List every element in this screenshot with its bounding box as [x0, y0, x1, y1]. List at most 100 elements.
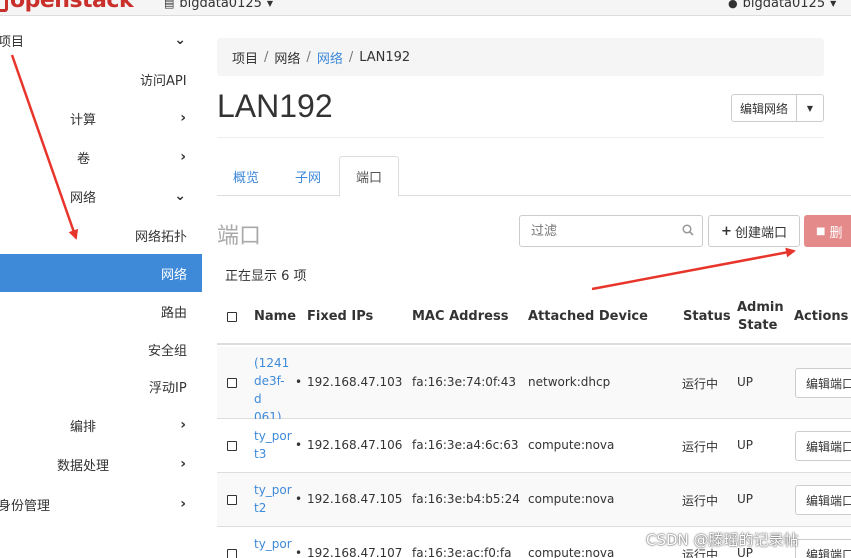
sidebar-item-label: 访问API	[140, 73, 187, 89]
edit-network-button[interactable]: 编辑网络	[732, 95, 798, 121]
edit-port-button[interactable]: 编辑端口	[795, 485, 851, 515]
sidebar-item-routers[interactable]: 路由	[0, 292, 202, 330]
status-text: 运行中	[682, 440, 719, 454]
openstack-logo-mark	[0, 0, 8, 12]
edit-port-button[interactable]: 编辑端口	[795, 539, 851, 558]
table-row: (1241 de3f-d 061) • 192.168.47.103 fa:16…	[217, 347, 851, 424]
openstack-logo[interactable]: openstack	[0, 0, 134, 12]
edit-port-button[interactable]: 编辑端口	[795, 368, 851, 398]
chevron-right-icon: ›	[180, 496, 186, 512]
row-checkbox[interactable]	[227, 549, 237, 558]
breadcrumb-network-group: 网络	[274, 51, 301, 67]
project-name: bigdata0125	[179, 0, 262, 11]
tab-ports[interactable]: 端口	[339, 156, 399, 197]
annotation-arrow-create	[591, 247, 796, 291]
fixed-ip: 192.168.47.107	[307, 546, 403, 558]
sidebar-item-network-group[interactable]: 网络 ⌄	[0, 177, 202, 215]
breadcrumb-networks-link[interactable]: 网络	[317, 48, 343, 67]
admin-state: UP	[737, 375, 754, 389]
breadcrumb-separator: /	[348, 49, 354, 65]
breadcrumb: 项目 / 网络 / 网络 / LAN192	[217, 38, 824, 76]
section-title: 端口	[217, 224, 262, 249]
column-header-status[interactable]: Status	[683, 309, 731, 324]
edit-port-button[interactable]: 编辑端口	[795, 431, 851, 461]
bullet-icon: •	[295, 492, 303, 506]
port-name-line: ty_por	[254, 537, 292, 551]
sidebar-item-label: 卷	[77, 151, 91, 167]
fixed-ip: 192.168.47.103	[307, 375, 403, 389]
user-menu[interactable]: ● bigdata0125 ▼	[728, 0, 836, 11]
bullet-icon: •	[295, 438, 303, 452]
chevron-down-icon: ⌄	[174, 188, 186, 204]
chevron-right-icon: ›	[180, 456, 186, 472]
sidebar-item-compute[interactable]: 计算 ›	[0, 99, 202, 137]
row-checkbox[interactable]	[227, 495, 237, 505]
port-name-line: ty_por	[254, 483, 292, 497]
project-selector[interactable]: ▤ bigdata0125 ▼	[164, 0, 273, 11]
create-port-button[interactable]: + 创建端口	[708, 215, 800, 247]
sidebar-item-network-topology[interactable]: 网络拓扑	[0, 216, 202, 254]
sidebar: 项目 ⌄ 访问API 计算 › 卷 › 网络 ⌄ 网络拓扑 网络 路由 安全组 …	[0, 17, 202, 558]
port-name-link[interactable]: (1241 de3f-d 061)	[254, 354, 292, 426]
sidebar-item-label: 网络拓扑	[135, 229, 188, 245]
port-name-line: ty_por	[254, 429, 292, 443]
admin-state: UP	[737, 492, 754, 506]
port-name-link[interactable]: ty_por t2	[254, 481, 292, 517]
search-icon[interactable]	[682, 224, 694, 236]
sidebar-item-data-processing[interactable]: 数据处理 ›	[0, 445, 202, 483]
tab-subnets[interactable]: 子网	[280, 156, 336, 196]
tab-overview[interactable]: 概览	[217, 156, 275, 196]
sidebar-item-security-groups[interactable]: 安全组	[0, 330, 202, 368]
sidebar-item-label: 数据处理	[57, 458, 110, 474]
top-navbar: openstack ▤ bigdata0125 ▼ ● bigdata0125 …	[0, 0, 851, 16]
table-header: Name Fixed IPs MAC Address Attached Devi…	[217, 290, 851, 345]
chevron-down-icon: ⌄	[174, 32, 186, 48]
caret-down-icon[interactable]: ▼	[797, 104, 823, 113]
port-name-link[interactable]: ty_por	[254, 535, 292, 553]
port-name-link[interactable]: ty_por t3	[254, 427, 292, 463]
table-row: ty_por t2 • 192.168.47.105 fa:16:3e:b4:b…	[217, 473, 851, 527]
column-header-name[interactable]: Name	[254, 309, 296, 324]
row-checkbox[interactable]	[227, 441, 237, 451]
breadcrumb-separator: /	[264, 49, 269, 65]
sidebar-item-floating-ips[interactable]: 浮动IP	[0, 367, 202, 405]
user-name: bigdata0125	[742, 0, 826, 11]
port-name-line: (1241	[254, 356, 290, 370]
port-name-line: de3f-d	[254, 374, 285, 406]
sidebar-item-label: 网络	[70, 190, 97, 206]
select-all-checkbox[interactable]	[227, 312, 237, 322]
column-header-admin-line2[interactable]: State	[738, 318, 777, 333]
sidebar-item-volumes[interactable]: 卷 ›	[0, 138, 202, 176]
column-header-mac-address[interactable]: MAC Address	[412, 309, 508, 324]
create-port-label: 创建端口	[734, 225, 787, 241]
attached-device: compute:nova	[528, 492, 615, 506]
mac-address: fa:16:3e:b4:b5:24	[412, 492, 520, 506]
status-text: 运行中	[682, 377, 719, 391]
delete-ports-button[interactable]: ■ 删	[804, 215, 851, 247]
column-header-attached-device[interactable]: Attached Device	[528, 309, 648, 324]
caret-down-icon: ▼	[830, 0, 837, 8]
row-checkbox[interactable]	[227, 378, 237, 388]
fixed-ip: 192.168.47.106	[307, 438, 403, 452]
column-header-admin-line1[interactable]: Admin	[737, 300, 784, 315]
filter-input[interactable]	[520, 216, 670, 246]
sidebar-item-access-api[interactable]: 访问API	[0, 60, 202, 98]
sidebar-item-networks[interactable]: 网络	[0, 254, 202, 292]
project-icon: ▤	[164, 0, 175, 10]
status-text: 运行中	[682, 494, 719, 508]
sidebar-item-orchestration[interactable]: 编排 ›	[0, 406, 202, 444]
items-count: 正在显示 6 项	[225, 269, 307, 284]
sidebar-item-project[interactable]: 项目 ⌄	[0, 21, 202, 59]
sidebar-item-label: 安全组	[148, 343, 188, 359]
filter-box	[519, 215, 703, 247]
port-name-line: t3	[254, 447, 267, 461]
admin-state: UP	[737, 438, 754, 452]
sidebar-item-identity[interactable]: 身份管理 ›	[0, 485, 202, 523]
breadcrumb-separator: /	[306, 49, 311, 65]
fixed-ip: 192.168.47.105	[307, 492, 403, 506]
sidebar-item-label: 计算	[70, 112, 97, 128]
breadcrumb-project: 项目	[232, 51, 259, 67]
column-header-fixed-ips[interactable]: Fixed IPs	[307, 309, 373, 324]
bullet-icon: •	[295, 375, 303, 389]
edit-network-button-group: 编辑网络 ▼	[731, 94, 824, 122]
